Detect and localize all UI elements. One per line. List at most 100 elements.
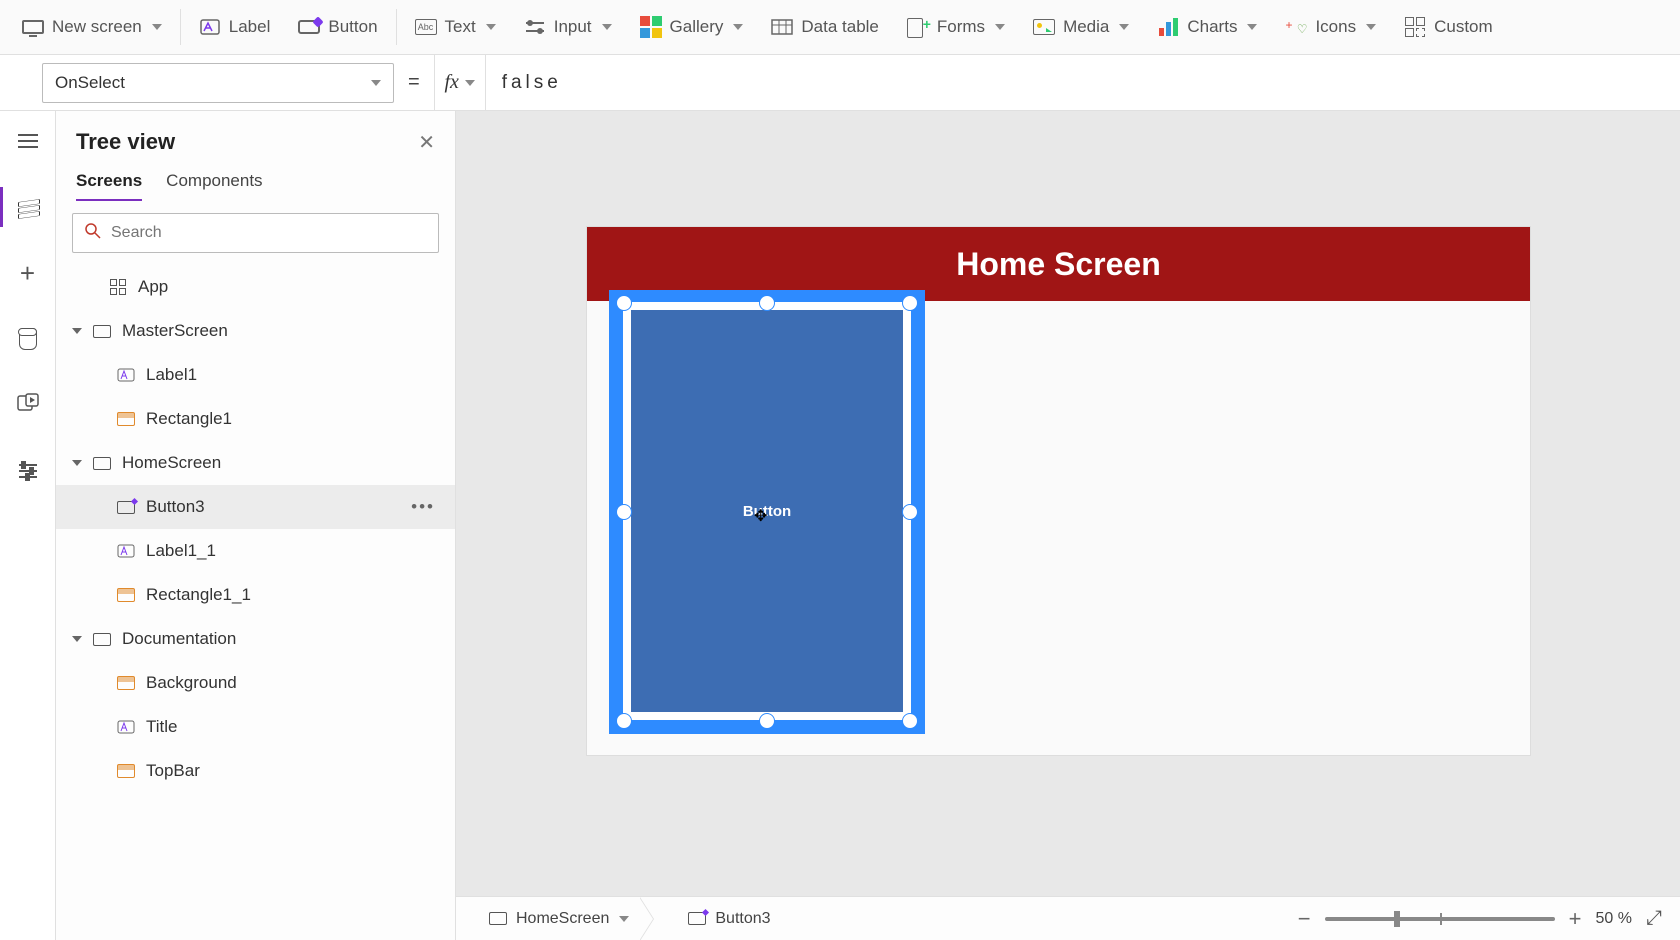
- fullscreen-button[interactable]: ⤢: [1646, 907, 1662, 930]
- tree-item-rectangle1[interactable]: Rectangle1: [56, 397, 455, 441]
- tree-item-background[interactable]: Background: [56, 661, 455, 705]
- resize-handle-br[interactable]: [902, 713, 918, 729]
- tree-item-masterscreen[interactable]: MasterScreen: [56, 309, 455, 353]
- zoom-slider[interactable]: [1325, 917, 1555, 921]
- resize-handle-tl[interactable]: [616, 295, 632, 311]
- insert-datatable-button[interactable]: Data table: [757, 0, 893, 54]
- tree-search[interactable]: [72, 213, 439, 253]
- resize-handle-bm[interactable]: [759, 713, 775, 729]
- rail-media[interactable]: [0, 385, 56, 425]
- rail-insert[interactable]: +: [0, 253, 56, 293]
- tree-item-documentation[interactable]: Documentation: [56, 617, 455, 661]
- expand-caret-icon[interactable]: [72, 636, 82, 642]
- tree-item-label: Rectangle1_1: [146, 585, 251, 605]
- rail-hamburger[interactable]: [0, 121, 56, 161]
- tree-item-label1_1[interactable]: Label1_1: [56, 529, 455, 573]
- more-options-button[interactable]: •••: [411, 497, 435, 517]
- insert-gallery-menu[interactable]: Gallery: [626, 0, 758, 54]
- media-rail-icon: [17, 393, 39, 418]
- tree-item-label: App: [138, 277, 168, 297]
- tree-tabs: Screens Components: [56, 159, 455, 201]
- resize-handle-tm[interactable]: [759, 295, 775, 311]
- button-control[interactable]: Button: [631, 310, 903, 712]
- insert-charts-label: Charts: [1187, 17, 1237, 37]
- selection-outline[interactable]: Button ✥: [609, 290, 925, 734]
- search-icon: [85, 223, 101, 244]
- new-screen-menu[interactable]: New screen: [8, 0, 176, 54]
- screen-icon: [93, 633, 111, 646]
- search-input[interactable]: [111, 224, 426, 242]
- separator: [396, 9, 397, 45]
- insert-input-menu[interactable]: Input: [510, 0, 626, 54]
- formula-input[interactable]: false: [486, 55, 1680, 110]
- button-icon: [117, 501, 135, 514]
- tree-item-label: Label1: [146, 365, 197, 385]
- expand-caret-icon[interactable]: [72, 328, 82, 334]
- tree-item-label: Background: [146, 673, 237, 693]
- insert-label-button[interactable]: Label: [185, 0, 285, 54]
- hamburger-icon: [18, 134, 38, 148]
- chevron-down-icon: [1119, 24, 1129, 30]
- insert-forms-label: Forms: [937, 17, 985, 37]
- rail-tree-view[interactable]: [0, 187, 56, 227]
- tree-item-rectangle1_1[interactable]: Rectangle1_1: [56, 573, 455, 617]
- tree-item-label: Button3: [146, 497, 205, 517]
- status-bar: HomeScreen Button3 − + 50 % ⤢: [456, 896, 1680, 940]
- zoom-thumb[interactable]: [1394, 911, 1400, 927]
- insert-toolbar: New screen Label Button Abc Text Input G…: [0, 0, 1680, 55]
- tab-screens[interactable]: Screens: [76, 171, 142, 201]
- property-selector[interactable]: OnSelect: [42, 63, 394, 103]
- close-panel-button[interactable]: ✕: [418, 130, 435, 155]
- tree-item-app[interactable]: App: [56, 265, 455, 309]
- chevron-down-icon: [465, 80, 475, 86]
- insert-custom-menu[interactable]: Custom: [1390, 0, 1507, 54]
- tree-item-homescreen[interactable]: HomeScreen: [56, 441, 455, 485]
- rectangle-icon: [117, 412, 135, 426]
- resize-handle-ml[interactable]: [616, 504, 632, 520]
- insert-input-label: Input: [554, 17, 592, 37]
- app-icon: [110, 279, 126, 295]
- insert-media-menu[interactable]: Media: [1019, 0, 1143, 54]
- zoom-out-button[interactable]: −: [1298, 906, 1311, 932]
- resize-handle-bl[interactable]: [616, 713, 632, 729]
- expand-caret-icon[interactable]: [72, 460, 82, 466]
- insert-icons-menu[interactable]: Icons: [1271, 0, 1390, 54]
- insert-charts-menu[interactable]: Charts: [1143, 0, 1271, 54]
- screen-icon: [93, 457, 111, 470]
- chevron-down-icon: [619, 916, 629, 922]
- tree-item-label: Title: [146, 717, 178, 737]
- chevron-down-icon: [733, 24, 743, 30]
- data-table-icon: [771, 16, 793, 38]
- canvas-area[interactable]: Home Screen Button ✥ HomeScreen: [456, 111, 1680, 940]
- insert-button-button[interactable]: Button: [284, 0, 391, 54]
- resize-handle-mr[interactable]: [902, 504, 918, 520]
- new-screen-label: New screen: [52, 17, 142, 37]
- insert-forms-menu[interactable]: Forms: [893, 0, 1019, 54]
- insert-label-text: Label: [229, 17, 271, 37]
- tree-item-button3[interactable]: Button3 •••: [56, 485, 455, 529]
- zoom-in-button[interactable]: +: [1569, 906, 1582, 932]
- insert-text-menu[interactable]: Abc Text: [401, 0, 510, 54]
- formula-text: false: [502, 72, 562, 94]
- tree-item-title[interactable]: Title: [56, 705, 455, 749]
- tab-components[interactable]: Components: [166, 171, 262, 201]
- insert-media-label: Media: [1063, 17, 1109, 37]
- charts-icon: [1159, 18, 1178, 36]
- database-icon: [19, 328, 37, 350]
- chevron-down-icon: [602, 24, 612, 30]
- resize-handle-tr[interactable]: [902, 295, 918, 311]
- screen-header-title: Home Screen: [956, 246, 1161, 283]
- rail-advanced[interactable]: [0, 451, 56, 491]
- rail-data[interactable]: [0, 319, 56, 359]
- property-name: OnSelect: [55, 73, 125, 93]
- breadcrumb-control[interactable]: Button3: [673, 897, 784, 940]
- tree-item-label: MasterScreen: [122, 321, 228, 341]
- fx-button[interactable]: fx: [434, 55, 486, 111]
- tree-item-label1[interactable]: Label1: [56, 353, 455, 397]
- tree-item-topbar[interactable]: TopBar: [56, 749, 455, 793]
- breadcrumb-screen[interactable]: HomeScreen: [474, 897, 643, 940]
- equals-sign: =: [394, 71, 434, 94]
- rectangle-icon: [117, 588, 135, 602]
- chevron-down-icon: [1366, 24, 1376, 30]
- tree-item-label: HomeScreen: [122, 453, 221, 473]
